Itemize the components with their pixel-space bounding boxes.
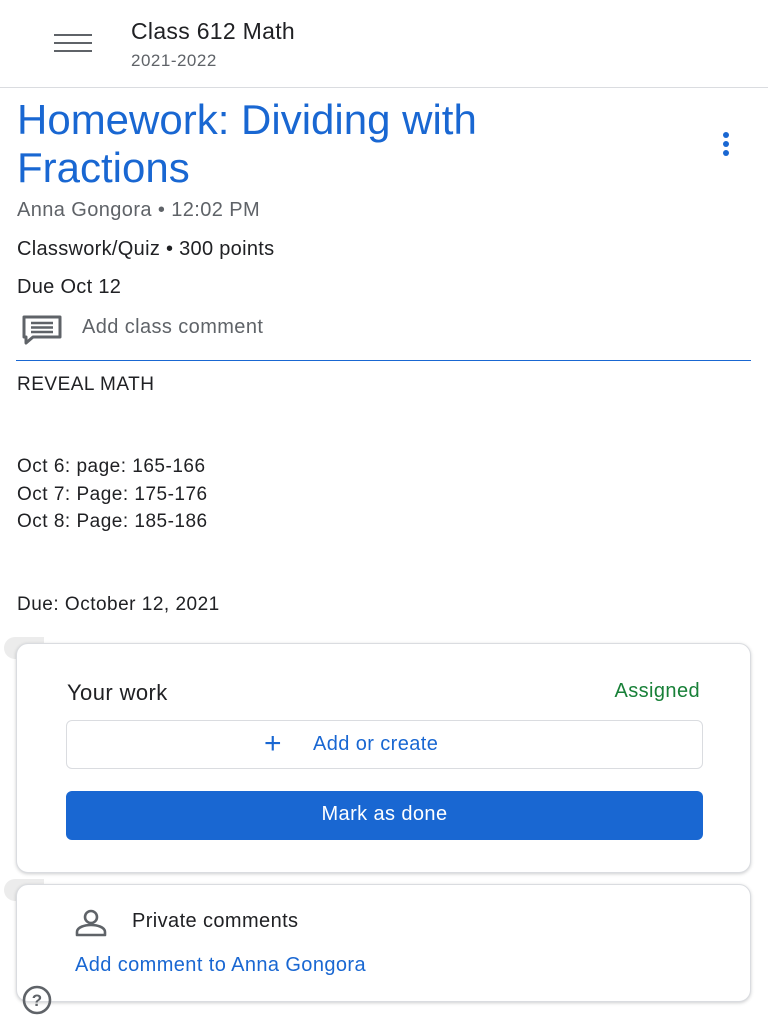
more-vert-icon[interactable] [716, 132, 736, 158]
add-or-create-button[interactable]: + Add or create [66, 720, 703, 769]
assignment-type-points: Classwork/Quiz • 300 points [17, 238, 275, 260]
assignment-author-time: Anna Gongora • 12:02 PM [17, 199, 261, 221]
status-badge: Assigned [614, 680, 700, 702]
add-class-comment-label: Add class comment [82, 316, 264, 338]
assignment-due-date: Due Oct 12 [17, 276, 122, 298]
help-icon[interactable]: ? [17, 985, 57, 1015]
svg-text:?: ? [32, 991, 42, 1010]
person-icon [74, 909, 108, 942]
assignment-title: Homework: Dividing with Fractions [17, 96, 477, 191]
mark-as-done-label: Mark as done [321, 803, 448, 825]
private-comments-card: Private comments Add comment to Anna Gon… [16, 884, 751, 1002]
add-private-comment-link[interactable]: Add comment to Anna Gongora [75, 954, 366, 977]
description-line: Due: October 12, 2021 [17, 594, 220, 615]
description-line: Oct 8: Page: 185-186 [17, 511, 208, 532]
description-line: Oct 7: Page: 175-176 [17, 484, 208, 505]
plus-icon: + [264, 727, 282, 760]
class-title: Class 612 Math [131, 18, 295, 44]
menu-icon[interactable] [54, 34, 94, 56]
add-class-comment-button[interactable]: Add class comment [17, 312, 417, 346]
comment-icon [21, 315, 63, 350]
class-school-year: 2021-2022 [131, 51, 217, 70]
top-app-bar: Class 612 Math 2021-2022 [0, 0, 768, 88]
your-work-title: Your work [67, 680, 168, 705]
add-or-create-label: Add or create [313, 733, 439, 755]
divider [16, 360, 751, 361]
your-work-card: Your work Assigned + Add or create Mark … [16, 643, 751, 873]
description-line: REVEAL MATH [17, 374, 155, 395]
description-line: Oct 6: page: 165-166 [17, 456, 206, 477]
private-comments-title: Private comments [132, 910, 299, 932]
mark-as-done-button[interactable]: Mark as done [66, 791, 703, 840]
